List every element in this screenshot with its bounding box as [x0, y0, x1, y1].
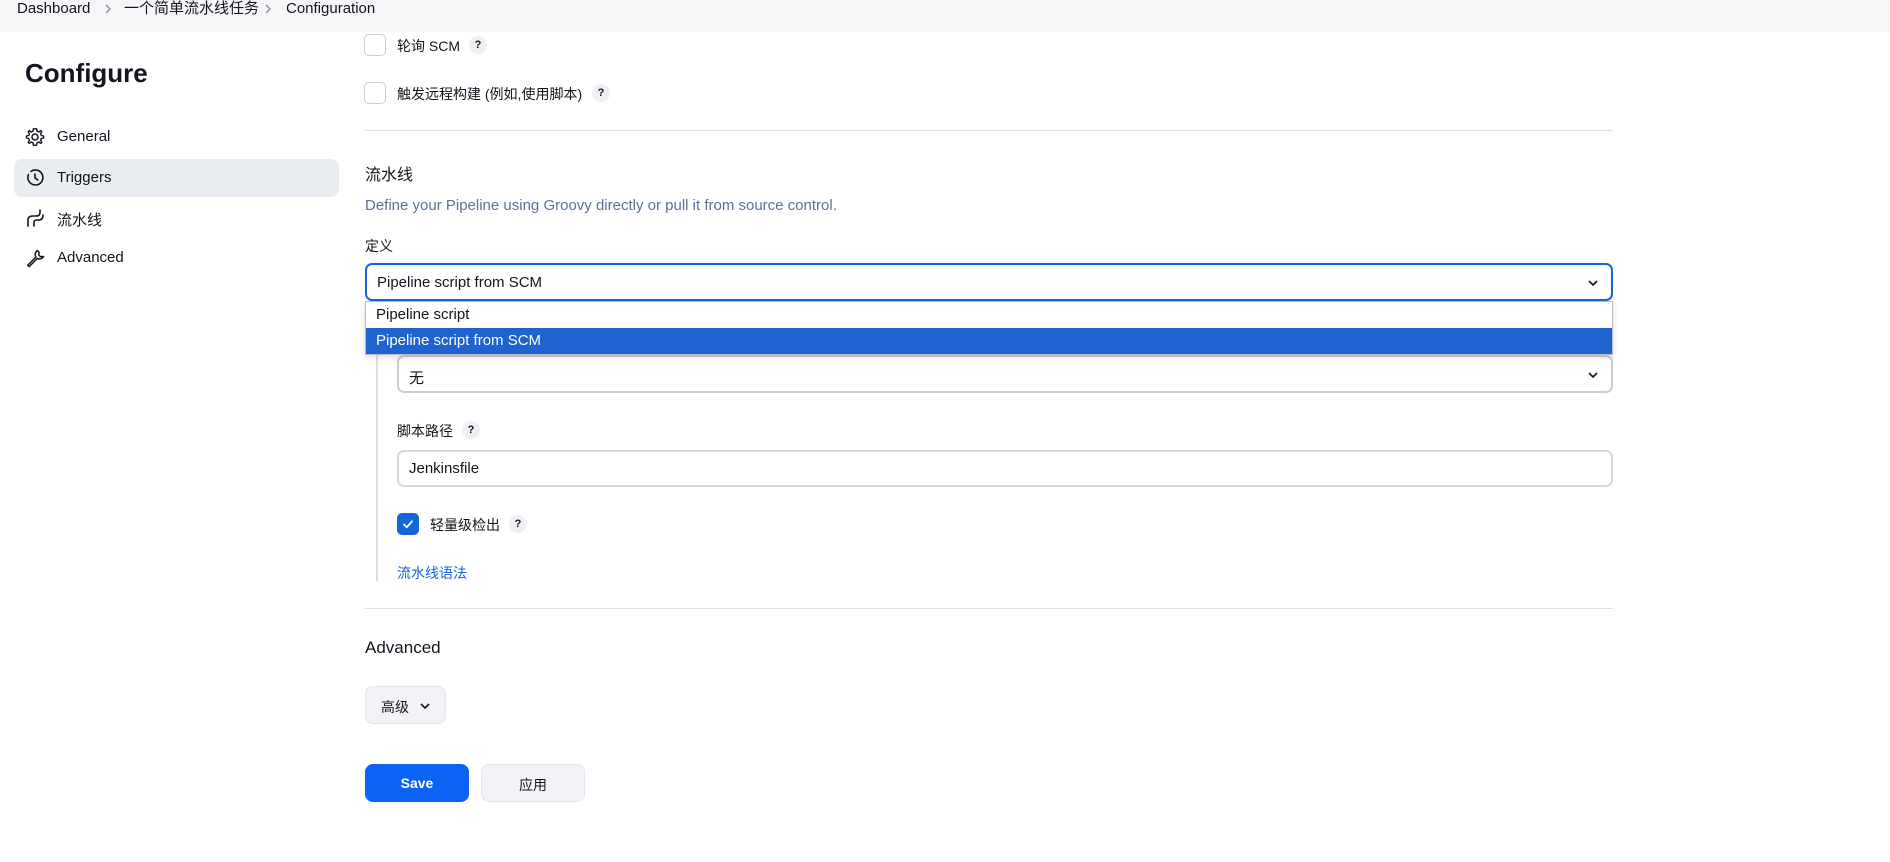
wrench-icon: [25, 248, 45, 268]
advanced-toggle-button[interactable]: 高级: [365, 686, 446, 724]
definition-select[interactable]: Pipeline script from SCM: [365, 263, 1613, 301]
poll-scm-label: 轮询 SCM: [397, 38, 460, 54]
sidebar-item-pipeline[interactable]: 流水线: [14, 199, 339, 237]
check-icon: [402, 520, 414, 529]
script-path-value: Jenkinsfile: [409, 460, 480, 477]
gear-icon: [25, 127, 45, 147]
remote-build-checkbox[interactable]: [364, 82, 386, 104]
help-icon[interactable]: ?: [469, 36, 487, 54]
option-label: Pipeline script from SCM: [376, 332, 542, 349]
apply-button-label: 应用: [519, 777, 547, 793]
chevron-right-icon: [101, 2, 115, 16]
definition-label: 定义: [365, 238, 393, 254]
remote-build-label: 触发远程构建 (例如,使用脚本): [397, 86, 583, 102]
pipeline-section-title: 流水线: [365, 167, 414, 184]
chevron-down-icon: [418, 699, 432, 713]
pipeline-syntax-link[interactable]: 流水线语法: [397, 563, 467, 583]
breadcrumb-configuration[interactable]: Configuration: [286, 0, 375, 18]
lightweight-checkout-label: 轻量级检出: [430, 517, 500, 533]
sidebar-item-label: Advanced: [57, 249, 124, 266]
sidebar-item-label: General: [57, 128, 111, 145]
breadcrumb-job[interactable]: 一个简单流水线任务: [124, 0, 259, 18]
advanced-section-title: Advanced: [365, 638, 441, 657]
advanced-button-label: 高级: [381, 699, 409, 715]
sidebar-item-advanced[interactable]: Advanced: [14, 239, 339, 277]
lightweight-checkout-checkbox[interactable]: [397, 513, 419, 535]
dropdown-option[interactable]: Pipeline script: [366, 302, 1612, 328]
apply-button[interactable]: 应用: [481, 764, 585, 802]
chevron-down-icon: [1586, 276, 1600, 290]
save-button[interactable]: Save: [365, 764, 469, 802]
help-icon[interactable]: ?: [462, 421, 480, 439]
breadcrumb-dashboard[interactable]: Dashboard: [17, 0, 90, 18]
scm-selected-value: 无: [409, 370, 425, 387]
dropdown-option-selected[interactable]: Pipeline script from SCM: [366, 328, 1612, 354]
script-path-input[interactable]: Jenkinsfile: [397, 450, 1613, 487]
chevron-right-icon: [261, 2, 275, 16]
breadcrumb: Dashboard 一个简单流水线任务 Configuration: [0, 0, 1890, 32]
sidebar-item-label: 流水线: [57, 212, 103, 229]
sidebar-item-general[interactable]: General: [14, 118, 339, 156]
scm-select[interactable]: 无: [397, 355, 1613, 393]
script-path-label: 脚本路径: [397, 423, 453, 439]
help-icon[interactable]: ?: [592, 84, 610, 102]
help-icon[interactable]: ?: [509, 515, 527, 533]
save-button-label: Save: [400, 775, 434, 791]
definition-selected-value: Pipeline script from SCM: [377, 274, 543, 291]
page-title: Configure: [25, 58, 148, 88]
option-label: Pipeline script: [376, 306, 470, 323]
poll-scm-checkbox[interactable]: [364, 34, 386, 56]
pipeline-icon: [25, 208, 45, 228]
scm-block-indicator: [376, 355, 378, 581]
sidebar-item-triggers[interactable]: Triggers: [14, 159, 339, 197]
chevron-down-icon: [1586, 368, 1600, 382]
section-divider: [365, 130, 1613, 131]
section-divider: [365, 608, 1613, 609]
definition-dropdown-list: Pipeline script Pipeline script from SCM: [365, 301, 1613, 355]
sidebar-item-label: Triggers: [57, 169, 112, 186]
clock-icon: [25, 168, 45, 188]
pipeline-description: Define your Pipeline using Groovy direct…: [365, 197, 837, 214]
